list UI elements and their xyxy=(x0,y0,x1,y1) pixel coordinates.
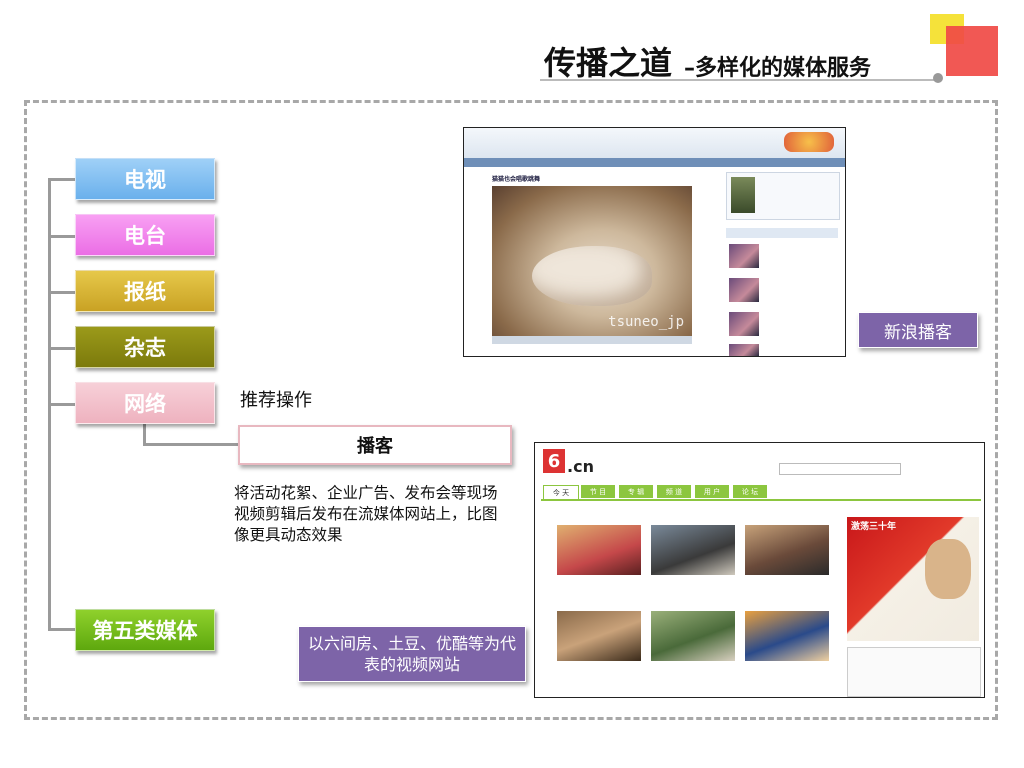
6cn-video-thumb-1[interactable] xyxy=(557,525,641,575)
6cn-promo-banner[interactable]: 激荡三十年 xyxy=(847,517,979,641)
sina-related-tabs[interactable] xyxy=(726,228,838,238)
promo-portrait xyxy=(925,539,971,599)
page-title: 传播之道 xyxy=(544,44,673,82)
6cn-tab-users[interactable]: 用 户 xyxy=(695,485,729,498)
cat-image xyxy=(532,246,652,306)
6cn-logo-text: .cn xyxy=(567,457,594,476)
tree-web-to-boke-line xyxy=(143,443,239,446)
sina-logo-icon xyxy=(784,132,834,152)
sina-podcast-label[interactable]: 新浪播客 xyxy=(858,312,978,348)
tree-branch-fifth xyxy=(48,628,76,631)
tree-branch-web xyxy=(48,403,76,406)
category-internet[interactable]: 网络 xyxy=(75,382,215,424)
tree-branch-mag xyxy=(48,347,76,350)
6cn-tab-albums[interactable]: 专 辑 xyxy=(619,485,653,498)
6cn-video-thumb-6[interactable] xyxy=(745,611,829,661)
recommend-label: 推荐操作 xyxy=(240,390,312,411)
uploader-avatar xyxy=(731,177,755,213)
category-fifth-media[interactable]: 第五类媒体 xyxy=(75,609,215,651)
category-tv[interactable]: 电视 xyxy=(75,158,215,200)
liujianfang-screenshot: 6 .cn 今 天 节 目 专 辑 频 道 用 户 论 坛 激荡三十年 xyxy=(534,442,985,698)
boke-description: 将活动花絮、企业广告、发布会等现场视频剪辑后发布在流媒体网站上，比图像更具动态效… xyxy=(234,484,498,544)
sina-uploader-panel xyxy=(726,172,840,220)
title-dot xyxy=(933,73,943,83)
related-thumb-3[interactable] xyxy=(729,312,759,336)
6cn-video-thumb-4[interactable] xyxy=(557,611,641,661)
tree-branch-paper xyxy=(48,291,76,294)
tree-branch-tv xyxy=(48,178,76,181)
6cn-search-input[interactable] xyxy=(779,463,901,475)
sina-podcast-screenshot: 猫猫也会唱歌跳舞 tsuneo_jp xyxy=(463,127,846,357)
boke-box[interactable]: 播客 xyxy=(238,425,512,465)
6cn-promo-title: 激荡三十年 xyxy=(851,522,897,532)
category-magazine[interactable]: 杂志 xyxy=(75,326,215,368)
6cn-video-thumb-5[interactable] xyxy=(651,611,735,661)
page-subtitle: –多样化的媒体服务 xyxy=(684,56,872,81)
6cn-tab-forum[interactable]: 论 坛 xyxy=(733,485,767,498)
video-site-label[interactable]: 以六间房、土豆、优酷等为代表的视频网站 xyxy=(298,626,526,682)
sina-video-title: 猫猫也会唱歌跳舞 xyxy=(492,176,541,183)
category-radio[interactable]: 电台 xyxy=(75,214,215,256)
6cn-video-thumb-2[interactable] xyxy=(651,525,735,575)
6cn-tab-channels[interactable]: 频 道 xyxy=(657,485,691,498)
category-newspaper[interactable]: 报纸 xyxy=(75,270,215,312)
video-control-bar[interactable] xyxy=(492,336,692,344)
6cn-logo-icon: 6 xyxy=(543,449,565,473)
6cn-video-thumb-3[interactable] xyxy=(745,525,829,575)
tree-branch-radio xyxy=(48,235,76,238)
sina-video-player[interactable]: tsuneo_jp xyxy=(492,186,692,344)
title-underline xyxy=(540,79,938,81)
related-thumb-2[interactable] xyxy=(729,278,759,302)
sina-nav-bar xyxy=(464,158,845,167)
6cn-tab-programs[interactable]: 节 目 xyxy=(581,485,615,498)
related-thumb-4[interactable] xyxy=(729,344,759,356)
video-watermark: tsuneo_jp xyxy=(608,314,684,330)
related-thumb-1[interactable] xyxy=(729,244,759,268)
6cn-login-box[interactable] xyxy=(847,647,981,697)
decor-square-red xyxy=(946,26,998,76)
6cn-tab-today[interactable]: 今 天 xyxy=(543,485,579,500)
